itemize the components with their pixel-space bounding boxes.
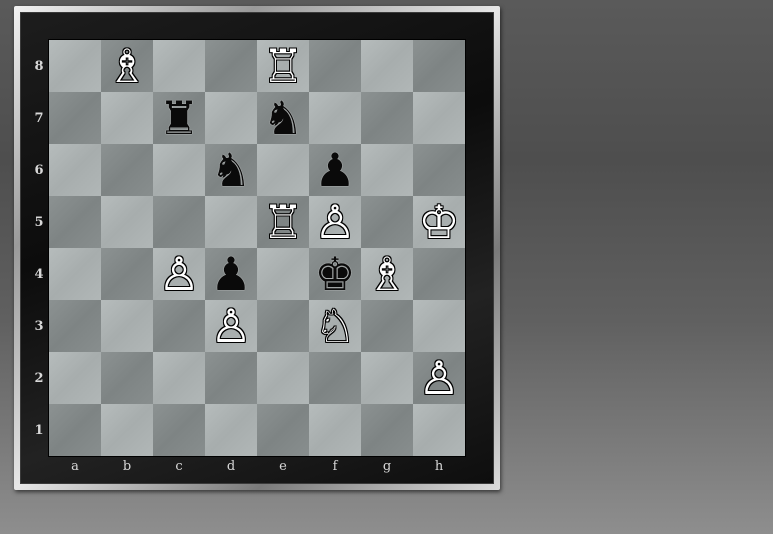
file-label-c: c [175, 459, 183, 474]
white-rook-icon[interactable]: ♖ [262, 199, 303, 245]
square-d6[interactable]: ♞ [205, 144, 257, 196]
file-label-f: f [332, 459, 338, 474]
rank-label-2: 2 [34, 371, 44, 386]
square-h1[interactable] [413, 404, 465, 456]
square-g8[interactable] [361, 40, 413, 92]
rank-label-3: 3 [34, 319, 44, 334]
file-label-d: d [226, 459, 236, 474]
square-b3[interactable] [101, 300, 153, 352]
square-a2[interactable] [49, 352, 101, 404]
square-f1[interactable] [309, 404, 361, 456]
square-g4[interactable]: ♗ [361, 248, 413, 300]
square-b7[interactable] [101, 92, 153, 144]
square-d5[interactable] [205, 196, 257, 248]
square-g5[interactable] [361, 196, 413, 248]
black-pawn-icon[interactable]: ♟ [210, 251, 251, 297]
square-b2[interactable] [101, 352, 153, 404]
file-label-e: e [279, 459, 287, 474]
black-king-icon[interactable]: ♚ [314, 251, 355, 297]
square-h7[interactable] [413, 92, 465, 144]
square-b4[interactable] [101, 248, 153, 300]
square-f7[interactable] [309, 92, 361, 144]
rank-label-5: 5 [34, 215, 44, 230]
square-d2[interactable] [205, 352, 257, 404]
black-knight-icon[interactable]: ♞ [262, 95, 303, 141]
white-knight-icon[interactable]: ♘ [314, 303, 355, 349]
square-e8[interactable]: ♖ [257, 40, 309, 92]
square-d7[interactable] [205, 92, 257, 144]
square-a3[interactable] [49, 300, 101, 352]
square-a5[interactable] [49, 196, 101, 248]
white-rook-icon[interactable]: ♖ [262, 43, 303, 89]
square-f6[interactable]: ♟ [309, 144, 361, 196]
square-c5[interactable] [153, 196, 205, 248]
square-e7[interactable]: ♞ [257, 92, 309, 144]
file-label-g: g [382, 459, 392, 474]
square-a8[interactable] [49, 40, 101, 92]
square-c8[interactable] [153, 40, 205, 92]
black-rook-icon[interactable]: ♜ [158, 95, 199, 141]
file-label-a: a [71, 459, 79, 474]
black-knight-icon[interactable]: ♞ [210, 147, 251, 193]
white-pawn-icon[interactable]: ♙ [418, 355, 459, 401]
square-e3[interactable] [257, 300, 309, 352]
white-pawn-icon[interactable]: ♙ [158, 251, 199, 297]
square-c6[interactable] [153, 144, 205, 196]
square-e2[interactable] [257, 352, 309, 404]
file-label-b: b [122, 459, 132, 474]
square-e1[interactable] [257, 404, 309, 456]
white-bishop-icon[interactable]: ♗ [366, 251, 407, 297]
white-king-icon[interactable]: ♔ [418, 199, 459, 245]
square-a7[interactable] [49, 92, 101, 144]
square-h6[interactable] [413, 144, 465, 196]
square-c3[interactable] [153, 300, 205, 352]
square-f3[interactable]: ♘ [309, 300, 361, 352]
square-b6[interactable] [101, 144, 153, 196]
square-d3[interactable]: ♙ [205, 300, 257, 352]
square-c4[interactable]: ♙ [153, 248, 205, 300]
square-f2[interactable] [309, 352, 361, 404]
white-pawn-icon[interactable]: ♙ [314, 199, 355, 245]
square-c7[interactable]: ♜ [153, 92, 205, 144]
white-pawn-icon[interactable]: ♙ [210, 303, 251, 349]
square-h3[interactable] [413, 300, 465, 352]
rank-label-7: 7 [34, 111, 44, 126]
square-e4[interactable] [257, 248, 309, 300]
square-b5[interactable] [101, 196, 153, 248]
square-f5[interactable]: ♙ [309, 196, 361, 248]
square-a6[interactable] [49, 144, 101, 196]
square-e5[interactable]: ♖ [257, 196, 309, 248]
square-h5[interactable]: ♔ [413, 196, 465, 248]
square-g6[interactable] [361, 144, 413, 196]
rank-label-4: 4 [34, 267, 44, 282]
square-e6[interactable] [257, 144, 309, 196]
square-b1[interactable] [101, 404, 153, 456]
square-a1[interactable] [49, 404, 101, 456]
square-d8[interactable] [205, 40, 257, 92]
square-c2[interactable] [153, 352, 205, 404]
rank-label-6: 6 [34, 163, 44, 178]
square-a4[interactable] [49, 248, 101, 300]
rank-label-1: 1 [34, 423, 44, 438]
square-h4[interactable] [413, 248, 465, 300]
square-h8[interactable] [413, 40, 465, 92]
square-d1[interactable] [205, 404, 257, 456]
square-d4[interactable]: ♟ [205, 248, 257, 300]
square-f8[interactable] [309, 40, 361, 92]
square-g7[interactable] [361, 92, 413, 144]
file-label-h: h [434, 459, 444, 474]
square-g2[interactable] [361, 352, 413, 404]
white-bishop-icon[interactable]: ♗ [106, 43, 147, 89]
chess-board[interactable]: ♗ ♖ ♜ ♞ ♞ ♟ ♖ ♙ ♔ ♙ ♟ ♚ ♗ ♙ ♘ ♙ [49, 40, 465, 456]
square-g1[interactable] [361, 404, 413, 456]
square-f4[interactable]: ♚ [309, 248, 361, 300]
square-c1[interactable] [153, 404, 205, 456]
rank-label-8: 8 [34, 59, 44, 74]
square-h2[interactable]: ♙ [413, 352, 465, 404]
square-b8[interactable]: ♗ [101, 40, 153, 92]
black-pawn-icon[interactable]: ♟ [314, 147, 355, 193]
square-g3[interactable] [361, 300, 413, 352]
